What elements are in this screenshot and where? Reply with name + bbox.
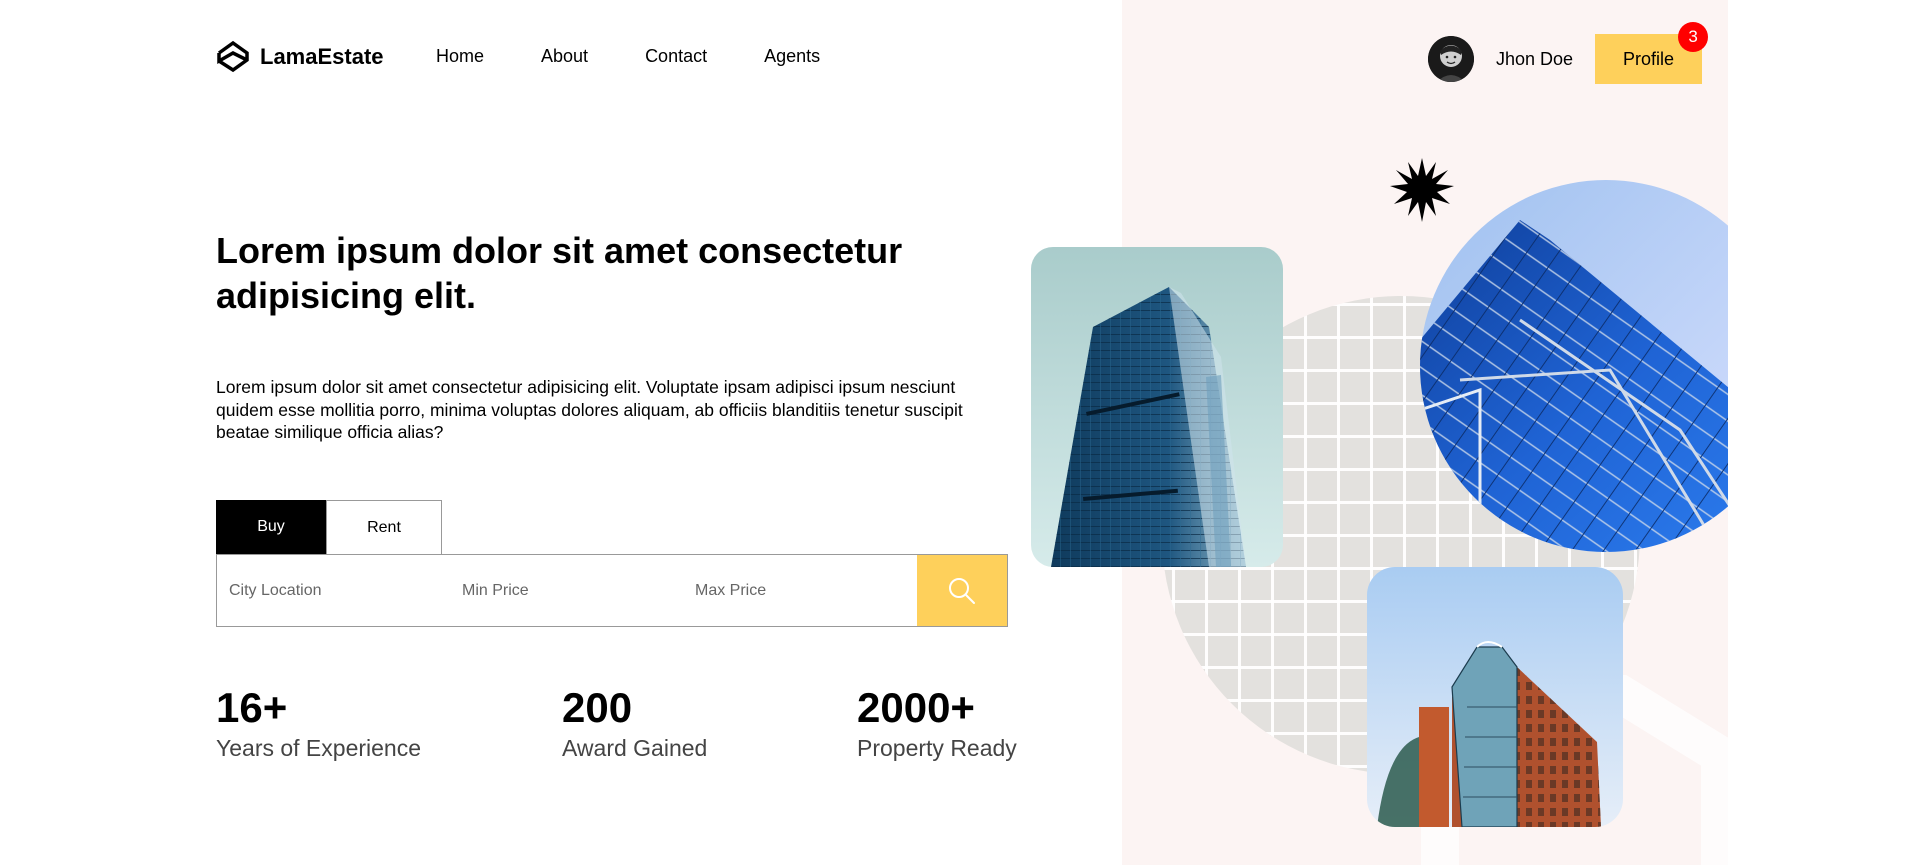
stat-awards: 200 Award Gained (562, 682, 707, 762)
stat-value: 200 (562, 684, 633, 731)
search-button[interactable] (917, 555, 1007, 626)
max-price-input[interactable] (683, 555, 916, 626)
hero-title: Lorem ipsum dolor sit amet consectetur a… (216, 230, 903, 316)
building-photo-circle-clip (1420, 170, 1728, 570)
search-form (216, 554, 1008, 627)
nav-link-about[interactable]: About (541, 46, 588, 67)
stat-label: Years of Experience (216, 735, 422, 761)
city-location-input[interactable] (217, 555, 450, 626)
search-icon (949, 577, 975, 604)
search-tabs: Buy Rent (216, 500, 442, 554)
nav-link-contact[interactable]: Contact (645, 46, 707, 67)
tab-rent[interactable]: Rent (326, 500, 442, 554)
starburst-icon (1390, 158, 1454, 222)
min-price-input[interactable] (450, 555, 683, 626)
stat-label: Property Ready (857, 735, 1017, 761)
user-name: Jhon Doe (1496, 48, 1574, 69)
logo[interactable]: LamaEstate (216, 40, 384, 74)
navbar: LamaEstate Home About Contact Agents Jho… (216, 22, 1709, 84)
nav-link-home[interactable]: Home (436, 46, 484, 67)
nav-links: Home About Contact Agents (436, 46, 820, 67)
hero-description: Lorem ipsum dolor sit amet consectetur a… (216, 377, 963, 442)
user-area: Jhon Doe Profile 3 (1428, 22, 1709, 84)
stat-property: 2000+ Property Ready (857, 682, 1017, 762)
brick-building-image (1367, 567, 1623, 827)
notification-badge: 3 (1678, 22, 1709, 52)
stat-experience: 16+ Years of Experience (216, 682, 421, 762)
avatar[interactable] (1428, 36, 1474, 82)
logo-icon (217, 40, 249, 73)
building-photo-glass (1420, 180, 1728, 552)
nav-link-agents[interactable]: Agents (764, 46, 820, 67)
building-photo-tall (1031, 247, 1283, 567)
skyscraper-image (1031, 247, 1283, 567)
building-photo-brick (1367, 567, 1623, 827)
stat-label: Award Gained (562, 735, 708, 761)
tab-buy[interactable]: Buy (216, 500, 326, 554)
glass-building-image (1420, 180, 1728, 552)
profile-button[interactable]: Profile 3 (1595, 22, 1709, 84)
stat-value: 16+ (216, 684, 288, 731)
user-photo-icon (1428, 36, 1474, 82)
stat-value: 2000+ (857, 684, 975, 731)
profile-button-label: Profile (1623, 48, 1675, 69)
brand-name: LamaEstate (260, 44, 384, 69)
